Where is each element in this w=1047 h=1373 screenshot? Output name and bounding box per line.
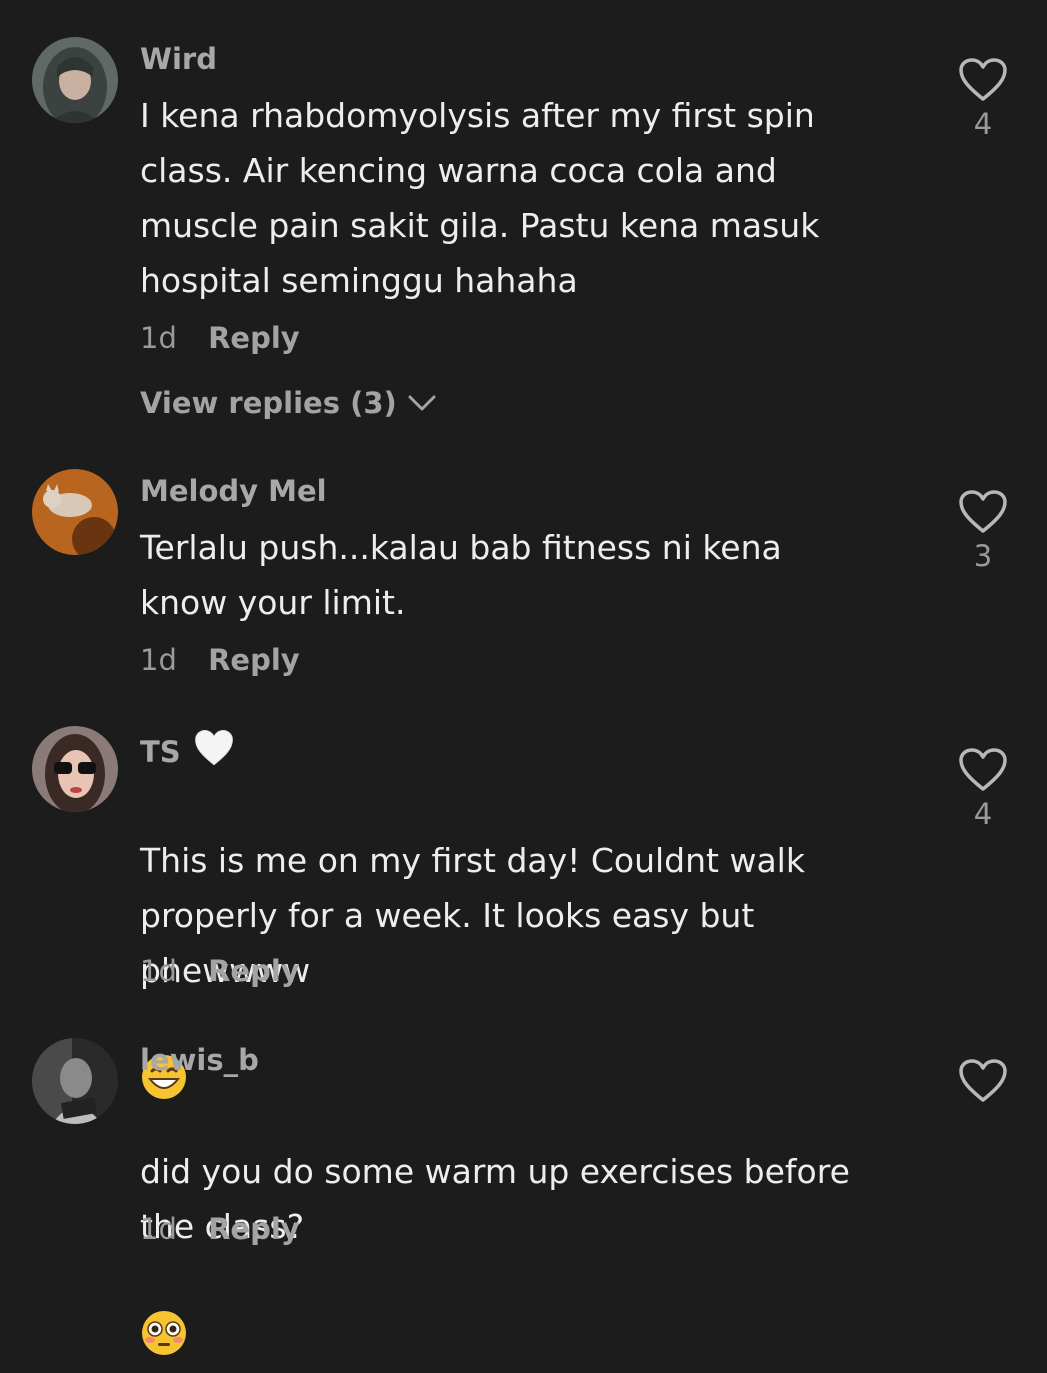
username-label: Melody Mel [140,474,327,508]
comment-time: 1d [140,321,177,355]
comment-meta: 1d Reply [140,321,300,355]
username-label: TS [140,734,181,769]
comment-time: 1d [140,1212,177,1246]
avatar[interactable] [32,469,118,555]
heart-outline-icon [956,1058,1010,1104]
username-label: Wird [140,42,217,76]
avatar[interactable] [32,726,118,812]
comment-username[interactable]: Wird [140,42,217,76]
like-count: 3 [973,539,993,573]
flushed-face-emoji-icon [140,1254,188,1373]
comment-text-main: did you do some warm up exercises before [140,1152,850,1191]
comment-text: I kena rhabdomyolysis after my first spi… [140,96,820,300]
like-button[interactable]: 4 [956,57,1010,141]
like-button[interactable]: 3 [956,489,1010,573]
comment-time: 1d [140,954,177,988]
white-heart-emoji-icon [193,728,235,775]
like-button[interactable]: 4 [956,747,1010,831]
comment-username[interactable]: Melody Mel [140,474,327,508]
comment-text-main: This is me on my first day! Couldnt walk… [140,841,805,935]
heart-outline-icon [956,57,1010,103]
heart-outline-icon [956,489,1010,535]
avatar[interactable] [32,37,118,123]
comment-meta: 1d Reply [140,643,300,677]
view-replies-label: View replies (3) [140,386,397,420]
like-count: 4 [973,107,993,141]
reply-button[interactable]: Reply [208,643,300,677]
comment-username[interactable]: TS [140,728,235,775]
view-replies-button[interactable]: View replies (3) [140,386,437,420]
comment-time: 1d [140,643,177,677]
like-button[interactable] [956,1058,1010,1108]
comment-text: Terlalu push...kalau bab fitness ni kena… [140,528,782,622]
chevron-down-icon [407,386,437,420]
heart-outline-icon [956,747,1010,793]
reply-button[interactable]: Reply [208,1212,300,1246]
comment-meta: 1d Reply [140,1212,300,1246]
avatar[interactable] [32,1038,118,1124]
comment-meta: 1d Reply [140,954,300,988]
comment-username[interactable]: lewis_b [140,1043,259,1077]
username-label: lewis_b [140,1043,259,1077]
reply-button[interactable]: Reply [208,954,300,988]
like-count: 4 [973,797,993,831]
reply-button[interactable]: Reply [208,321,300,355]
